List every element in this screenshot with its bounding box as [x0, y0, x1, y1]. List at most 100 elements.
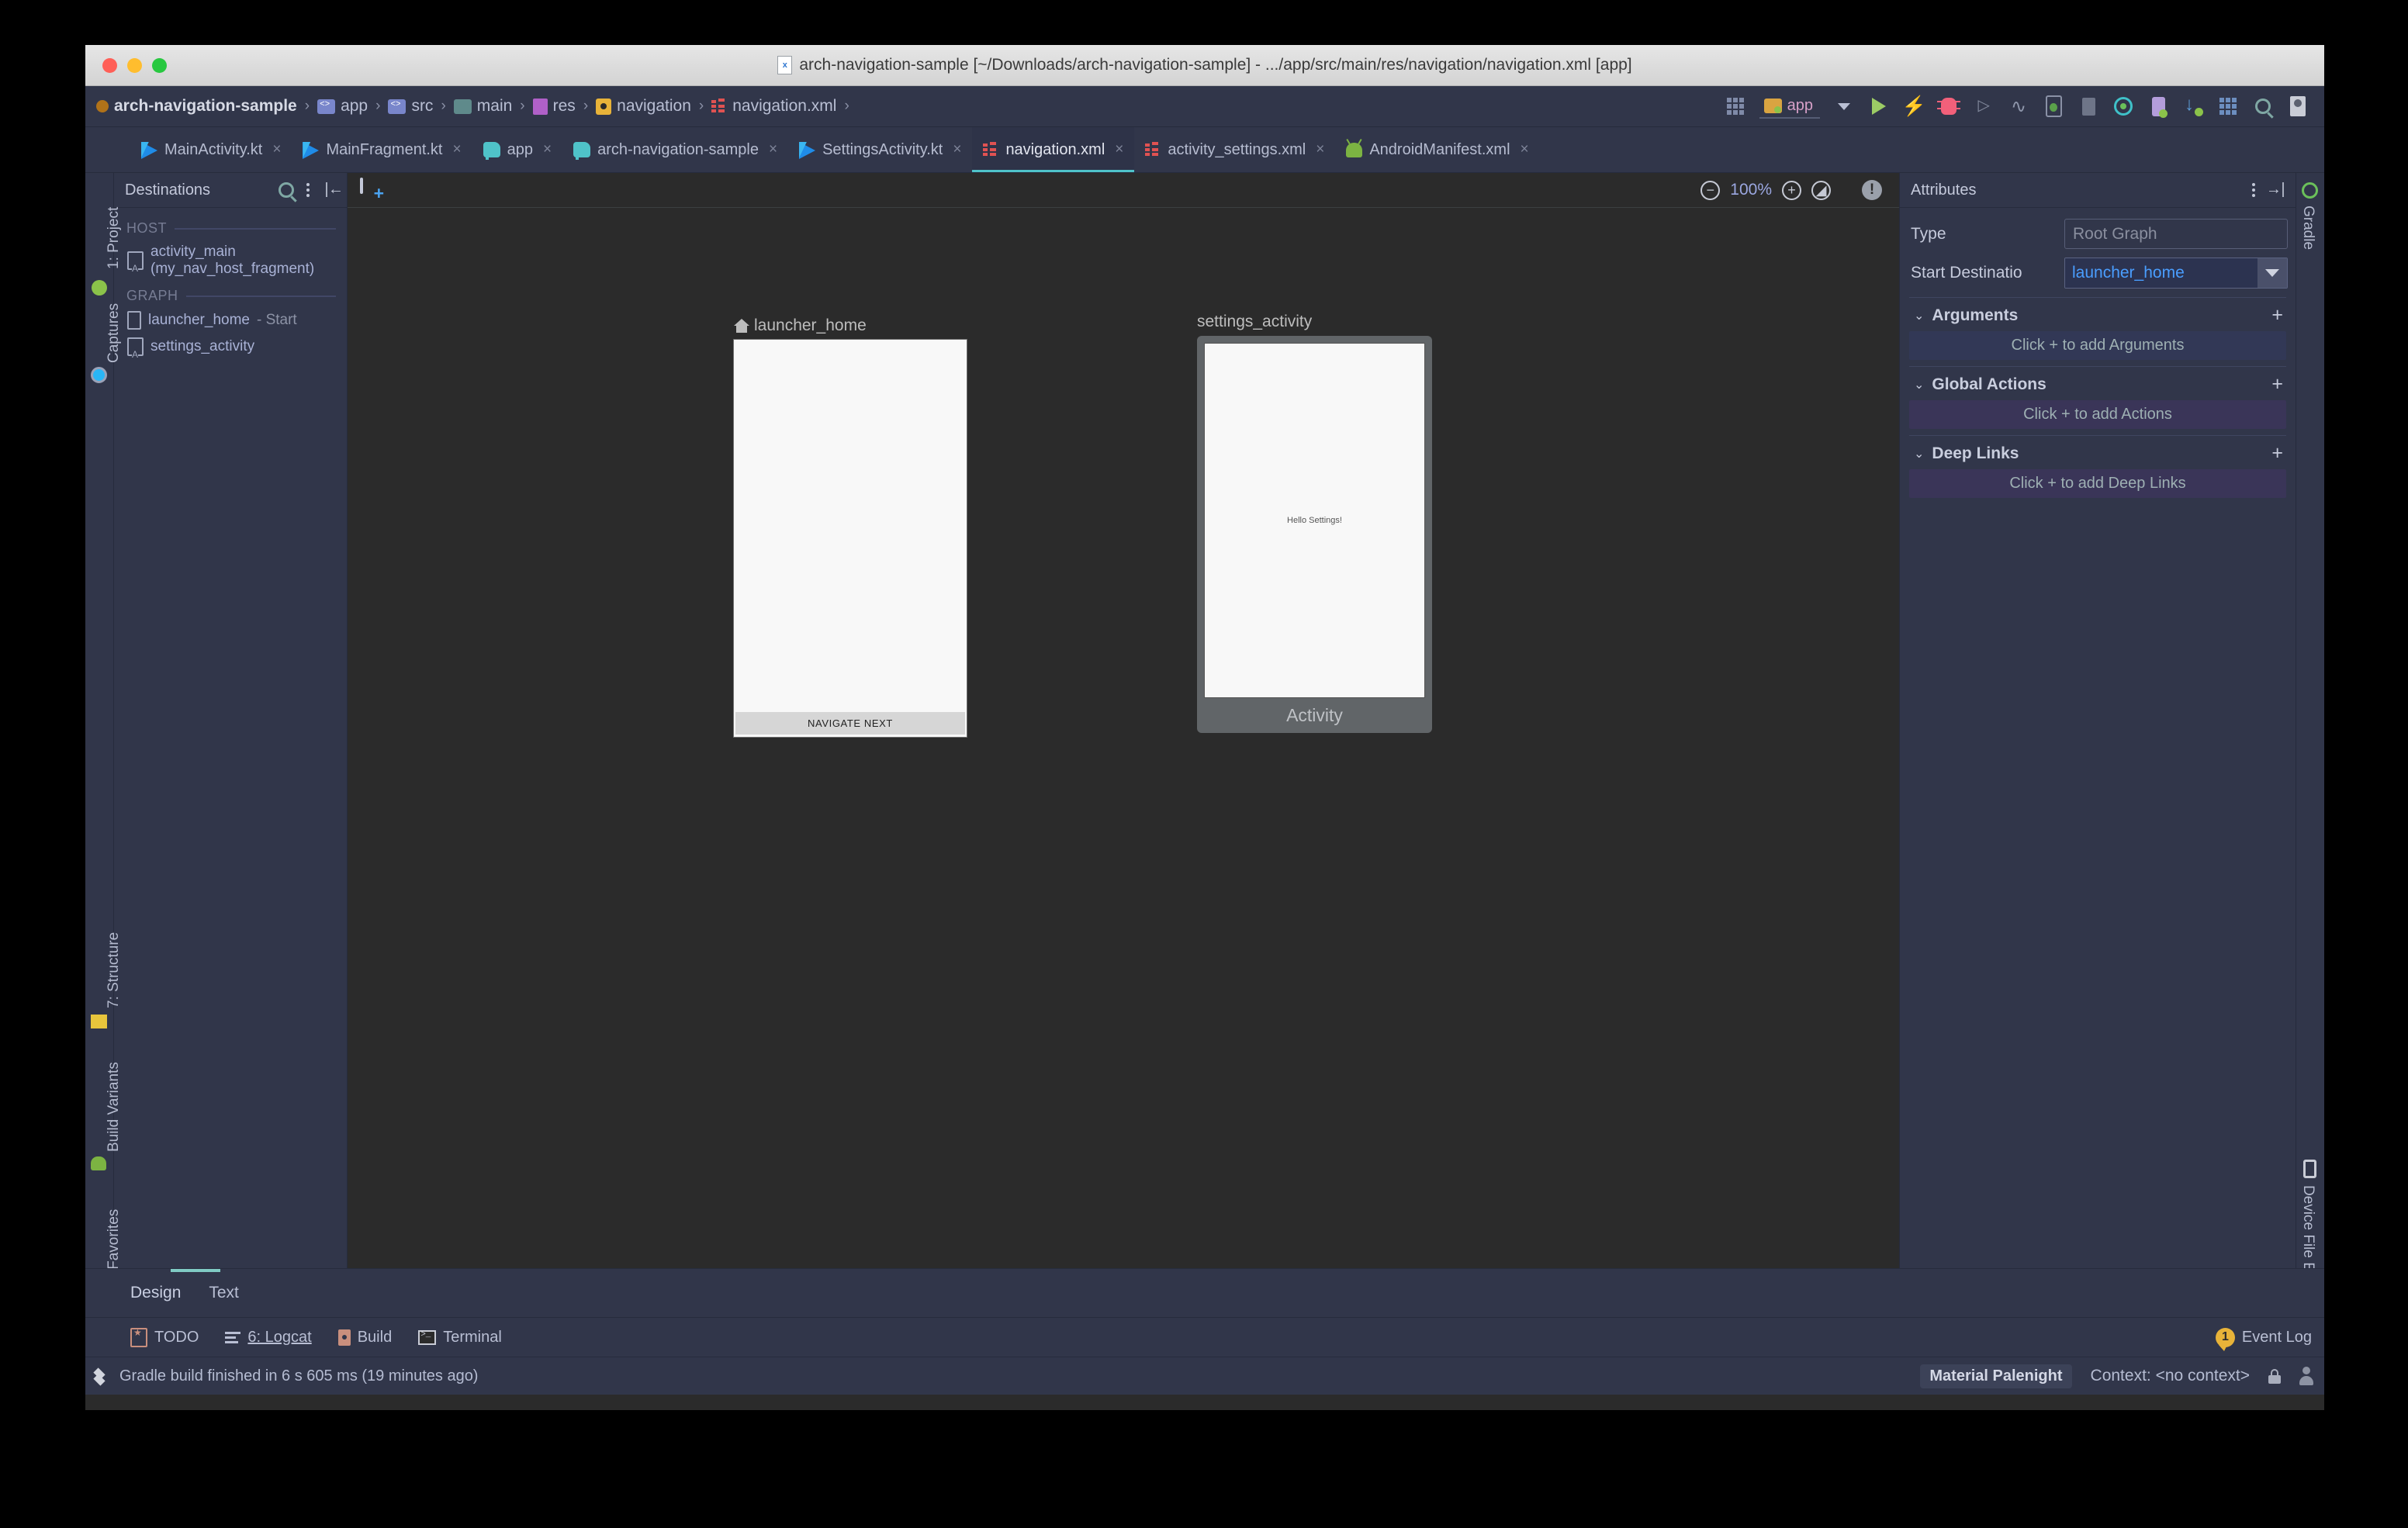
tab-text[interactable]: Text	[209, 1284, 239, 1302]
profile-icon[interactable]	[2287, 95, 2309, 117]
chevron-down-icon[interactable]: ⌄	[1914, 377, 1924, 392]
build-icon	[337, 1329, 351, 1346]
fragment-preview: NAVIGATE NEXT	[734, 340, 967, 737]
section-header-deep-links[interactable]: ⌄ Deep Links +	[1908, 436, 2288, 469]
tool-button-build-variants[interactable]: Build Variants	[106, 1062, 123, 1152]
start-destination-dropdown[interactable]: launcher_home	[2064, 258, 2288, 289]
tool-button-project[interactable]: 1: Project	[106, 207, 123, 269]
close-window-button[interactable]	[102, 58, 117, 73]
editor-tab-settingsactivity[interactable]: SettingsActivity.kt ×	[788, 127, 972, 172]
run-icon[interactable]	[1868, 95, 1890, 117]
attach-debugger-icon[interactable]	[2043, 95, 2064, 117]
destination-item-activity-main[interactable]: activity_main (my_nav_host_fragment)	[114, 240, 347, 282]
destination-item-launcher-home[interactable]: launcher_home - Start	[114, 307, 347, 334]
graph-node-launcher-home[interactable]: launcher_home NAVIGATE NEXT	[734, 316, 967, 737]
stop-icon[interactable]	[2078, 95, 2099, 117]
close-tab-icon[interactable]: ×	[272, 141, 281, 158]
layout-grid-icon[interactable]	[2217, 95, 2239, 117]
breadcrumb-label: navigation.xml	[732, 97, 837, 115]
person-icon[interactable]	[2299, 1367, 2313, 1385]
breadcrumb-item-project[interactable]: arch-navigation-sample	[96, 97, 297, 116]
arguments-empty-hint[interactable]: Click + to add Arguments	[1909, 331, 2286, 360]
close-tab-icon[interactable]: ×	[1316, 141, 1324, 158]
add-argument-button[interactable]: +	[2271, 306, 2283, 325]
editor-tab-navigation-xml[interactable]: navigation.xml ×	[972, 127, 1135, 172]
destinations-group-graph: GRAPH	[114, 282, 347, 307]
close-tab-icon[interactable]: ×	[1115, 141, 1123, 158]
navigate-next-button[interactable]: NAVIGATE NEXT	[735, 712, 965, 735]
window-controls[interactable]	[102, 58, 167, 73]
editor-tab-project-gradle[interactable]: arch-navigation-sample ×	[562, 127, 788, 172]
zoom-out-icon[interactable]: −	[1700, 180, 1721, 200]
destination-label: launcher_home	[148, 312, 250, 328]
apply-changes-icon[interactable]: ⚡	[1901, 95, 1925, 117]
maximize-window-button[interactable]	[152, 58, 167, 73]
kebab-menu-icon[interactable]	[306, 183, 310, 197]
breadcrumb-item-navigation[interactable]: navigation	[596, 97, 691, 116]
breadcrumb-item-app[interactable]: app	[317, 97, 368, 116]
breadcrumb-item-main[interactable]: main	[453, 97, 512, 116]
tool-button-captures[interactable]: Captures	[106, 303, 123, 363]
apps-grid-icon[interactable]	[1725, 95, 1746, 117]
section-title: Deep Links	[1932, 444, 2019, 462]
editor-tab-activity-settings-xml[interactable]: activity_settings.xml ×	[1134, 127, 1335, 172]
kebab-menu-icon[interactable]	[2251, 183, 2255, 197]
module-selector-button[interactable]: app	[1759, 95, 1820, 119]
theme-indicator[interactable]: Material Palenight	[1920, 1364, 2072, 1388]
search-everywhere-icon[interactable]	[2252, 95, 2274, 117]
collapse-right-icon[interactable]: →|	[2269, 181, 2288, 199]
sync-gradle-icon[interactable]	[2112, 95, 2134, 117]
breadcrumb-item-file[interactable]: navigation.xml	[711, 97, 836, 116]
collapse-left-icon[interactable]: |←	[322, 181, 341, 199]
tool-button-structure[interactable]: 7: Structure	[106, 932, 123, 1008]
graph-node-settings-activity[interactable]: settings_activity Hello Settings! Activi…	[1197, 313, 1432, 733]
search-icon[interactable]	[278, 182, 294, 198]
chevron-down-icon[interactable]	[1833, 95, 1855, 117]
chevron-down-icon[interactable]: ⌄	[1914, 308, 1924, 323]
add-deep-link-button[interactable]: +	[2271, 444, 2283, 463]
destination-label: activity_main (my_nav_host_fragment)	[150, 244, 315, 277]
tool-window-build[interactable]: Build	[337, 1329, 392, 1347]
tool-button-gradle[interactable]: Gradle	[2299, 206, 2316, 250]
editor-tab-mainactivity[interactable]: MainActivity.kt ×	[130, 127, 292, 172]
editor-tab-app-gradle[interactable]: app ×	[472, 127, 562, 172]
breadcrumb-item-src[interactable]: src	[388, 97, 433, 116]
breadcrumb-item-res[interactable]: res	[532, 97, 576, 116]
editor-tab-androidmanifest-xml[interactable]: AndroidManifest.xml ×	[1335, 127, 1539, 172]
close-tab-icon[interactable]: ×	[1521, 141, 1529, 158]
tool-window-terminal[interactable]: Terminal	[418, 1329, 502, 1347]
context-indicator[interactable]: Context: <no context>	[2091, 1367, 2250, 1385]
debug-icon[interactable]	[1937, 95, 1960, 117]
zoom-in-icon[interactable]: +	[1782, 180, 1801, 200]
tool-window-logcat[interactable]: 6: Logcat	[225, 1329, 312, 1347]
new-destination-icon[interactable]: +	[360, 178, 384, 202]
chevron-down-icon[interactable]	[2258, 258, 2287, 288]
navigation-graph-canvas[interactable]: launcher_home NAVIGATE NEXT settings_act…	[348, 208, 1899, 1268]
close-tab-icon[interactable]: ×	[769, 141, 777, 158]
warning-icon[interactable]: !	[1862, 180, 1882, 200]
tab-design[interactable]: Design	[130, 1284, 181, 1302]
avd-manager-icon[interactable]	[2147, 95, 2169, 118]
unlock-icon[interactable]	[2268, 1368, 2281, 1384]
destination-item-settings-activity[interactable]: settings_activity	[114, 334, 347, 360]
section-header-global-actions[interactable]: ⌄ Global Actions +	[1908, 367, 2288, 400]
global-actions-empty-hint[interactable]: Click + to add Actions	[1909, 400, 2286, 429]
tool-window-todo[interactable]: TODO	[130, 1327, 199, 1347]
chevron-down-icon[interactable]: ⌄	[1914, 446, 1924, 462]
deep-links-empty-hint[interactable]: Click + to add Deep Links	[1909, 469, 2286, 498]
add-action-button[interactable]: +	[2271, 375, 2283, 394]
minimize-window-button[interactable]	[127, 58, 142, 73]
section-header-arguments[interactable]: ⌄ Arguments +	[1908, 298, 2288, 331]
sdk-manager-icon[interactable]	[2182, 94, 2204, 117]
run-step-icon[interactable]	[1973, 95, 1995, 117]
layers-icon	[93, 1367, 110, 1385]
breadcrumb: arch-navigation-sample › app › src › mai…	[96, 97, 1725, 116]
close-tab-icon[interactable]: ×	[543, 141, 552, 158]
event-log-button[interactable]: 1 Event Log	[2215, 1327, 2324, 1351]
profiler-icon[interactable]: ∿	[2008, 95, 2029, 117]
destinations-header: Destinations |←	[114, 173, 347, 208]
close-tab-icon[interactable]: ×	[453, 141, 462, 158]
close-tab-icon[interactable]: ×	[953, 141, 961, 158]
zoom-to-fit-icon[interactable]: ◢	[1811, 180, 1831, 200]
editor-tab-mainfragment[interactable]: MainFragment.kt ×	[292, 127, 472, 172]
